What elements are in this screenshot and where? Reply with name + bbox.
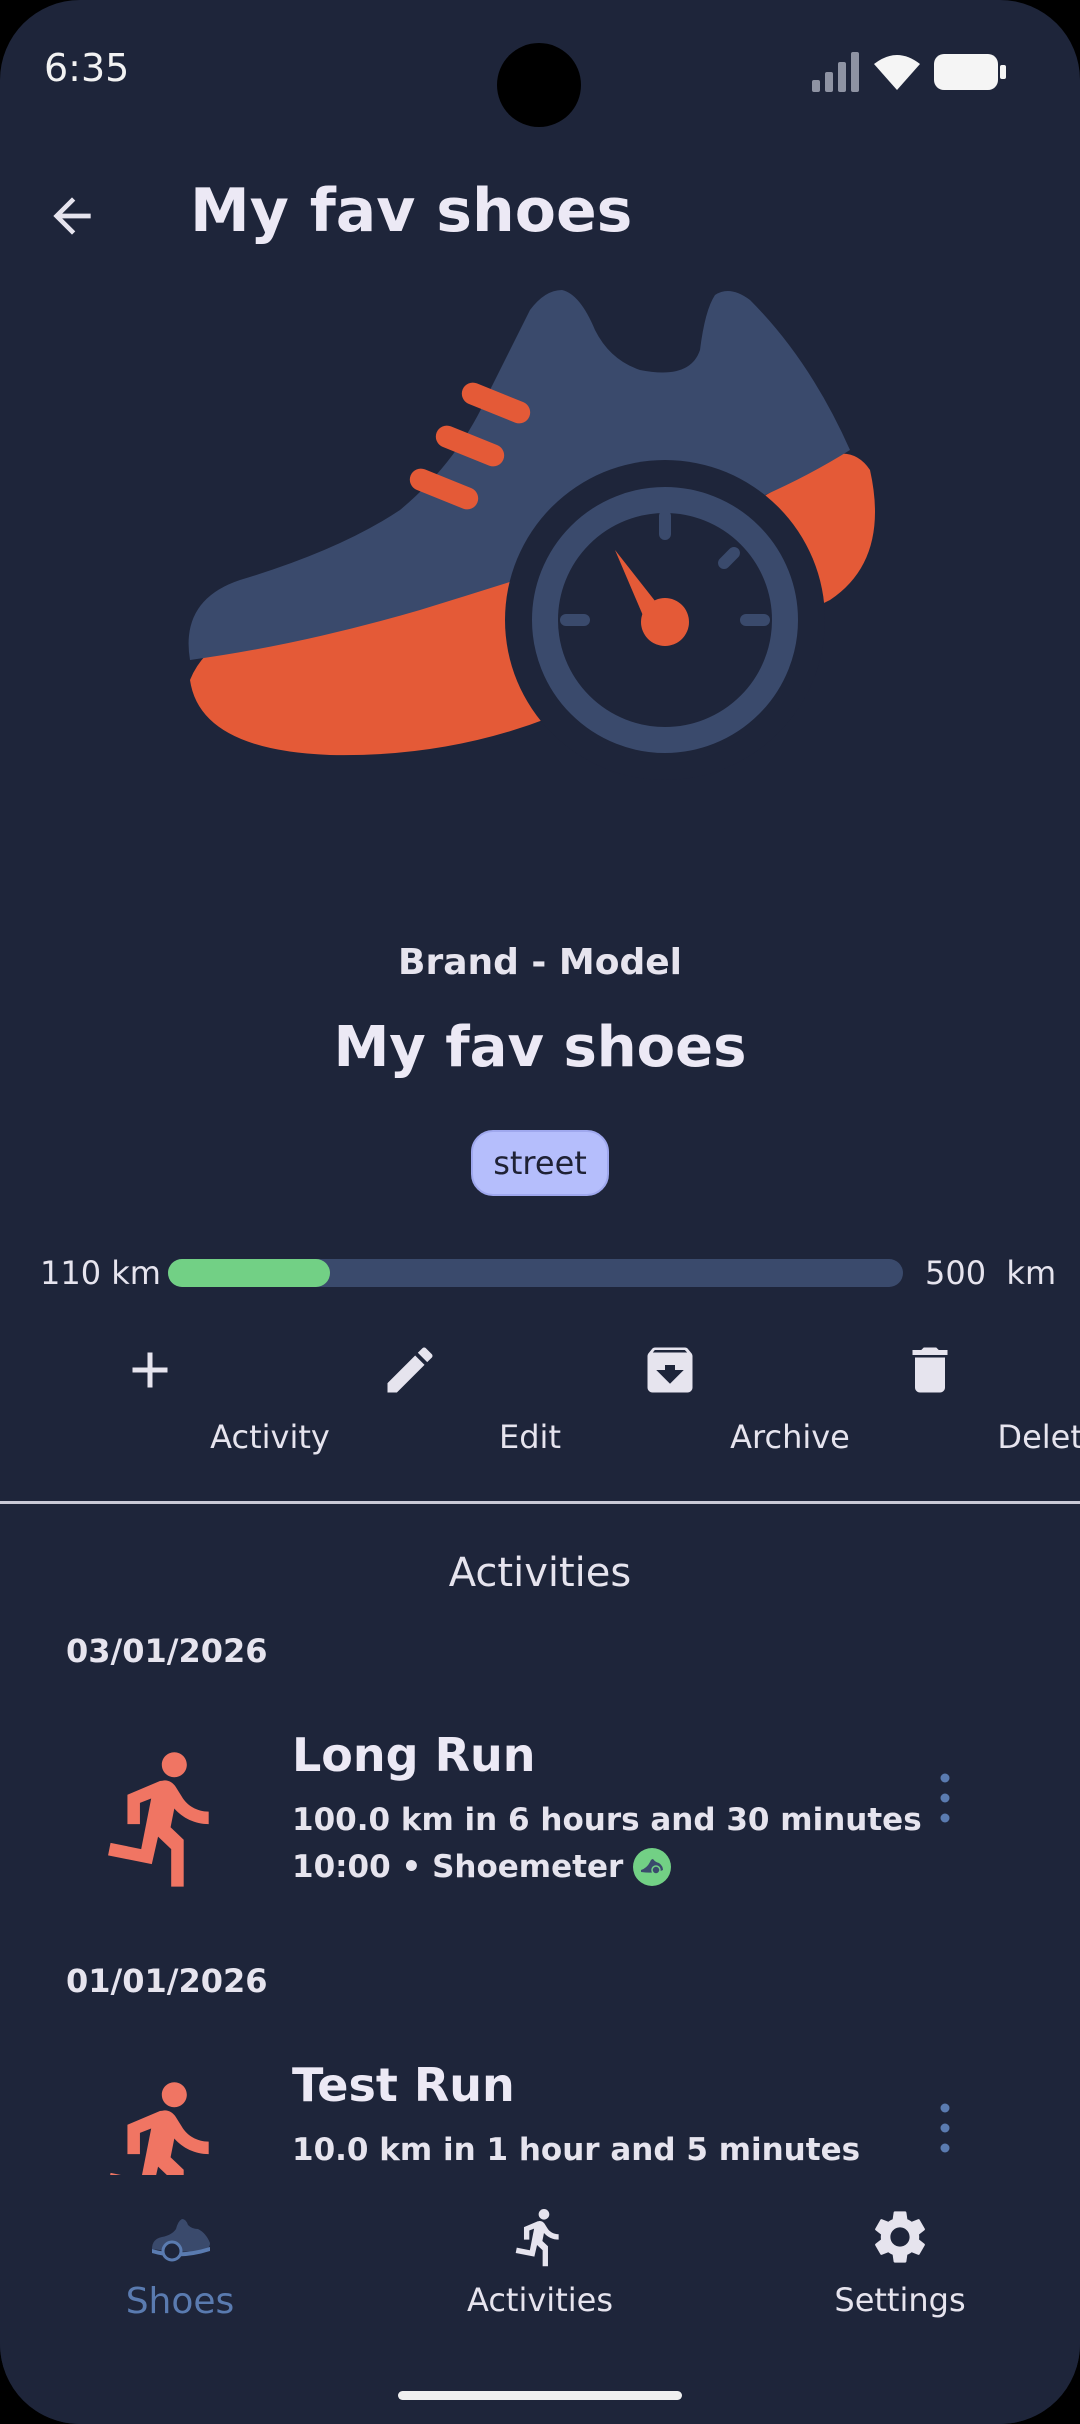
activities-heading: Activities [448,1550,632,1596]
status-bar: 6:35 [0,0,1080,140]
archive-button[interactable]: Archive [550,1340,850,1470]
runner-icon [110,2082,209,2175]
action-row: Activity Edit Archive Delete [0,1340,1080,1470]
more-options-icon[interactable] [935,1768,955,1828]
shoe-icon [152,2219,210,2262]
activity-title: Long Run [292,1728,536,1782]
battery-icon [934,54,1006,90]
home-indicator[interactable] [398,2391,682,2400]
app-bar: My fav shoes [0,160,1080,270]
shoe-meter-illustration [188,290,875,780]
status-time: 6:35 [44,46,130,90]
shoe-name: My fav shoes [333,1015,747,1080]
cellular-signal-icon [812,52,859,92]
activity-title: Test Run [292,2058,515,2112]
more-options-icon[interactable] [935,2098,955,2158]
distance-used: 110 km [40,1254,161,1292]
action-label: Delete [997,1418,1080,1456]
add-icon [132,1352,168,1388]
add-activity-button[interactable]: Activity [30,1340,330,1470]
progress-fill [168,1259,330,1287]
gear-icon [875,2211,925,2263]
activity-item[interactable]: Test Run 10.0 km in 1 hour and 5 minutes [0,2058,1080,2175]
divider [0,1501,1080,1504]
screen: 6:35 My fav shoes Brand - Model My fav s… [0,0,1080,2424]
page-title: My fav shoes [190,176,633,246]
wifi-icon [874,55,920,90]
nav-settings[interactable]: Settings [750,2205,1050,2345]
runner-icon [108,1752,209,1887]
trash-icon [912,1347,948,1393]
activity-meta: 10:00 • Shoemeter [292,1848,672,1886]
activity-date: 01/01/2026 [66,1962,268,2000]
pencil-icon [387,1347,433,1393]
back-arrow-icon[interactable] [44,188,100,244]
activity-summary: 10.0 km in 1 hour and 5 minutes [292,2132,861,2168]
archive-icon [647,1347,693,1393]
nav-shoes[interactable]: Shoes [30,2205,330,2345]
bottom-navigation: Shoes Activities Settings [0,2175,1080,2424]
runner-icon [515,2208,559,2267]
activity-meta-text: 10:00 • Shoemeter [292,1849,624,1885]
nav-label: Shoes [125,2281,235,2322]
tag-chip[interactable]: street [471,1130,609,1196]
shoemeter-badge-icon [633,1848,672,1886]
brand-model: Brand - Model [398,942,682,983]
progress-track [168,1259,903,1287]
nav-label: Settings [834,2281,966,2319]
edit-button[interactable]: Edit [290,1340,561,1470]
distance-progress: 110 km 500 km [0,1250,1080,1296]
activity-summary: 100.0 km in 6 hours and 30 minutes [292,1802,922,1838]
camera-cutout [497,43,581,127]
nav-label: Activities [467,2281,613,2319]
nav-activities[interactable]: Activities [390,2205,690,2345]
delete-button[interactable]: Delete [810,1340,1080,1470]
activity-item[interactable]: Long Run 100.0 km in 6 hours and 30 minu… [0,1728,1080,1928]
activity-date: 03/01/2026 [66,1632,268,1670]
distance-limit: 500 km [925,1254,1057,1292]
